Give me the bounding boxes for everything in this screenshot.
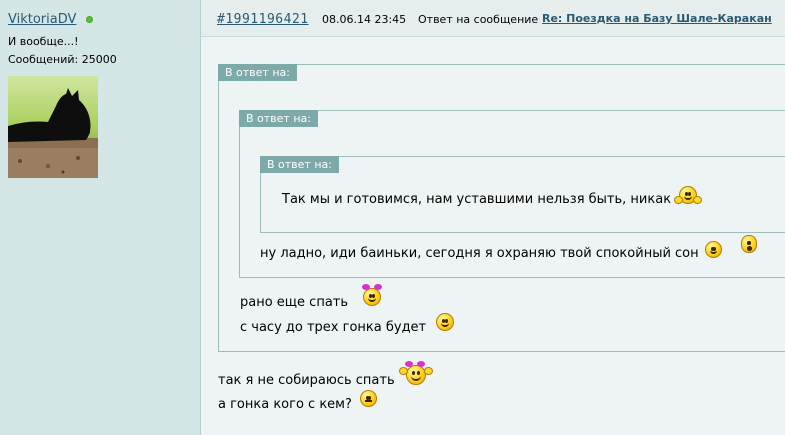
smiley-confused-icon <box>360 390 377 407</box>
quote-label: В ответ на: <box>218 64 297 81</box>
post-date: 08.06.14 23:45 <box>322 13 407 26</box>
message-line-1: так я не собираюсь спать <box>218 373 395 388</box>
smiley-thinking-icon <box>436 313 454 331</box>
post-id-link[interactable]: #1991196421 <box>217 12 309 27</box>
user-post-count: Сообщений: 25000 <box>8 53 117 66</box>
quote-block-inner: В ответ на: Так мы и готовимся, нам уста… <box>260 156 785 233</box>
quote-label: В ответ на: <box>239 110 318 127</box>
black-cat-avatar-image <box>8 76 98 178</box>
reply-to-topic-link[interactable]: Re: Поездка на Базу Шале-Каракан <box>542 12 772 25</box>
user-status-text: И вообще...! <box>8 35 79 48</box>
online-status-icon <box>86 16 93 23</box>
smiley-sleepy-icon <box>705 241 722 258</box>
quote-block-outer: В ответ на: В ответ на: В ответ на: Так … <box>218 64 785 352</box>
quote-outer-line-2: с часу до трех гонка будет <box>240 320 427 335</box>
smiley-shocked-icon <box>741 235 757 253</box>
reply-to-label: Ответ на сообщение <box>418 13 539 26</box>
quote-inner-text: Так мы и готовимся, нам уставшими нельзя… <box>282 192 672 207</box>
smiley-girl-bow-icon <box>362 284 382 306</box>
quote-outer-line-1: рано еще спать <box>240 295 349 310</box>
quote-middle-text: ну ладно, иди баиньки, сегодня я охраняю… <box>260 246 699 261</box>
username-link[interactable]: ViktoriaDV <box>8 12 76 27</box>
message-line-2: а гонка кого с кем? <box>218 397 352 412</box>
smiley-cheering-bow-icon <box>399 361 433 385</box>
quote-block-middle: В ответ на: В ответ на: Так мы и готовим… <box>239 110 785 278</box>
smiley-happy-icon <box>674 186 702 204</box>
post-content: #1991196421 08.06.14 23:45 Ответ на сооб… <box>201 0 785 435</box>
quote-label: В ответ на: <box>260 156 339 173</box>
avatar[interactable] <box>8 76 98 178</box>
post-header: #1991196421 08.06.14 23:45 Ответ на сооб… <box>201 0 785 37</box>
user-sidebar: ViktoriaDV И вообще...! Сообщений: 25000 <box>0 0 201 435</box>
